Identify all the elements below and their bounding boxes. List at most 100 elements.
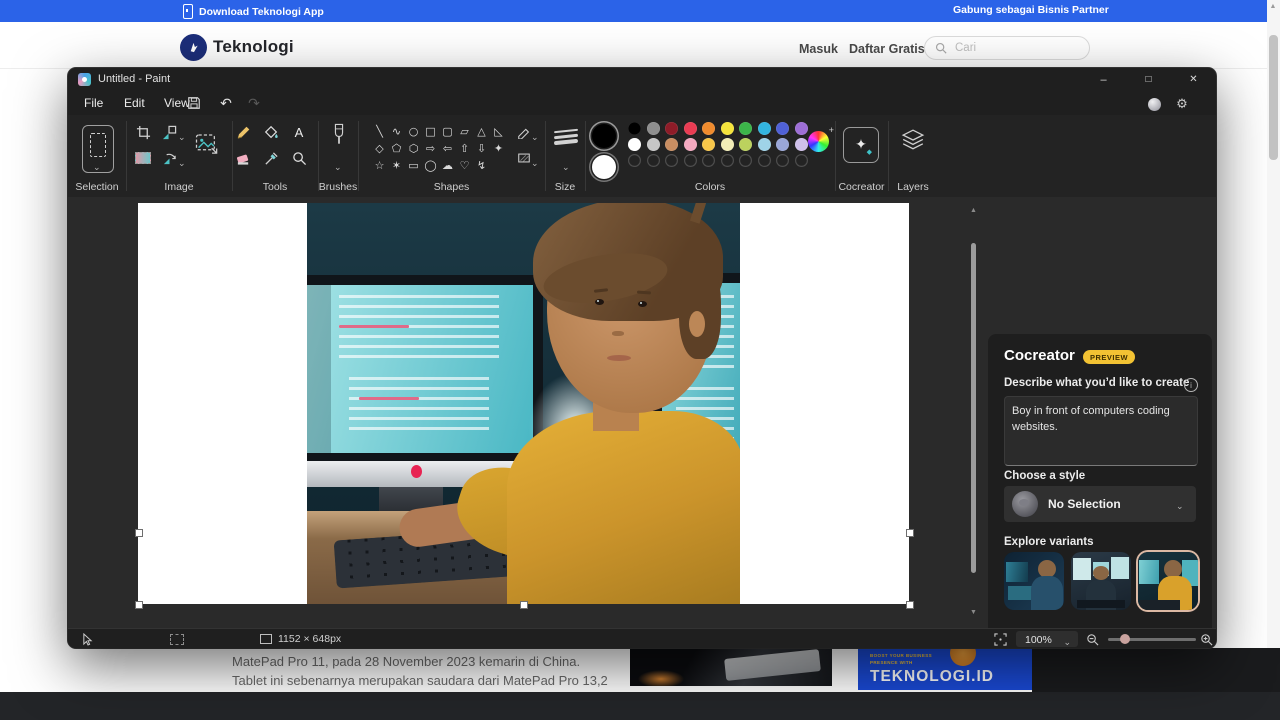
- variant-thumbnail-1[interactable]: [1004, 552, 1064, 610]
- canvas-handle-corner[interactable]: [906, 601, 914, 609]
- color-swatch[interactable]: [721, 138, 734, 151]
- canvas-handle-bottom-left[interactable]: [135, 601, 143, 609]
- download-app-link[interactable]: Download Teknologi App: [183, 4, 324, 19]
- partner-link[interactable]: Gabung sebagai Bisnis Partner: [953, 4, 1109, 16]
- color-swatch[interactable]: [684, 138, 697, 151]
- color-picker-tool[interactable]: [262, 149, 280, 167]
- custom-color-slot[interactable]: [702, 154, 715, 167]
- shape-option[interactable]: ♡: [456, 157, 473, 174]
- style-dropdown[interactable]: No Selection: [1004, 486, 1196, 522]
- color-swatch[interactable]: [739, 138, 752, 151]
- color-swatch[interactable]: [776, 138, 789, 151]
- maximize-button[interactable]: [1126, 68, 1171, 91]
- paint-titlebar[interactable]: Untitled - Paint: [68, 68, 1216, 91]
- info-icon[interactable]: [1184, 378, 1198, 392]
- scroll-down-icon[interactable]: [970, 609, 977, 616]
- color-swatch[interactable]: [665, 138, 678, 151]
- brushes-button[interactable]: [328, 121, 350, 151]
- shape-option[interactable]: ⇩: [473, 140, 490, 157]
- canvas[interactable]: [138, 203, 909, 604]
- menu-edit[interactable]: Edit: [116, 93, 153, 113]
- resize-button[interactable]: [160, 123, 178, 141]
- shape-option[interactable]: ☆: [371, 157, 388, 174]
- custom-color-slot[interactable]: [628, 154, 641, 167]
- crop-button[interactable]: [134, 123, 152, 141]
- color-swatch[interactable]: [684, 122, 697, 135]
- shape-option[interactable]: ◯: [422, 157, 439, 174]
- ad-banner[interactable]: BOOST YOUR BUSINESS PRESENCE WITH TEKNOL…: [858, 648, 1032, 690]
- color-swatch[interactable]: [795, 122, 808, 135]
- custom-color-slot[interactable]: [721, 154, 734, 167]
- color-swatch[interactable]: [795, 138, 808, 151]
- page-scrollbar[interactable]: [1267, 0, 1280, 648]
- shape-option[interactable]: ⬠: [388, 140, 405, 157]
- zoom-in-button[interactable]: [1200, 632, 1213, 646]
- menu-file[interactable]: File: [76, 93, 111, 113]
- save-button[interactable]: [184, 94, 204, 112]
- search-input[interactable]: [953, 41, 1067, 55]
- shape-option[interactable]: ⬡: [405, 140, 422, 157]
- color-swatch[interactable]: [758, 122, 771, 135]
- chevron-down-icon[interactable]: [562, 157, 570, 175]
- shape-option[interactable]: ◺: [490, 123, 507, 140]
- shape-option[interactable]: ⇧: [456, 140, 473, 157]
- shape-option[interactable]: ↯: [473, 157, 490, 174]
- shape-option[interactable]: ◇: [371, 140, 388, 157]
- canvas-scrollbar-thumb[interactable]: [971, 243, 976, 573]
- site-search[interactable]: [924, 36, 1090, 60]
- size-button[interactable]: [554, 127, 578, 147]
- shape-option[interactable]: ○: [405, 123, 422, 140]
- color-swatch[interactable]: [776, 122, 789, 135]
- shape-option[interactable]: ☁: [439, 157, 456, 174]
- settings-button[interactable]: [1172, 95, 1192, 113]
- shape-option[interactable]: ▭: [405, 157, 422, 174]
- undo-button[interactable]: [216, 94, 236, 112]
- page-scrollbar-thumb[interactable]: [1269, 35, 1278, 160]
- prompt-input[interactable]: Boy in front of computers coding website…: [1004, 396, 1198, 466]
- edit-colors-button[interactable]: [808, 131, 829, 152]
- shape-option[interactable]: △: [473, 123, 490, 140]
- chevron-down-icon[interactable]: [531, 153, 539, 171]
- fit-to-screen-button[interactable]: [994, 632, 1007, 646]
- chevron-down-icon[interactable]: [178, 153, 186, 171]
- secondary-color-swatch[interactable]: [592, 155, 616, 179]
- variant-thumbnail-2[interactable]: [1071, 552, 1131, 610]
- color-swatch[interactable]: [739, 122, 752, 135]
- shape-option[interactable]: ✦: [490, 140, 507, 157]
- insert-image-button[interactable]: [194, 131, 220, 157]
- color-swatch[interactable]: [758, 138, 771, 151]
- selection-tool-button[interactable]: [82, 125, 114, 173]
- redo-button[interactable]: [244, 94, 264, 112]
- canvas-handle-right[interactable]: [906, 529, 914, 537]
- custom-color-slot[interactable]: [684, 154, 697, 167]
- teknologi-logo[interactable]: [180, 34, 207, 61]
- canvas-handle-bottom[interactable]: [520, 601, 528, 609]
- shape-option[interactable]: ⇦: [439, 140, 456, 157]
- signup-link[interactable]: Daftar Gratis: [849, 42, 925, 56]
- chevron-down-icon[interactable]: [334, 157, 342, 175]
- copilot-button[interactable]: [1144, 95, 1164, 113]
- chevron-down-icon[interactable]: [178, 127, 186, 145]
- shape-option[interactable]: □: [422, 123, 439, 140]
- scroll-up-icon[interactable]: [970, 207, 977, 214]
- custom-color-slot[interactable]: [647, 154, 660, 167]
- magnifier-tool[interactable]: [290, 149, 308, 167]
- site-brand[interactable]: Teknologi: [213, 37, 294, 57]
- color-swatch[interactable]: [702, 122, 715, 135]
- close-button[interactable]: [1171, 68, 1216, 91]
- pencil-tool[interactable]: [234, 123, 252, 141]
- color-swatch[interactable]: [702, 138, 715, 151]
- scrollbar-up-icon[interactable]: [1270, 3, 1277, 10]
- canvas-scrollbar[interactable]: [970, 207, 977, 617]
- article-image-tablet[interactable]: [630, 648, 832, 686]
- color-swatch[interactable]: [628, 122, 641, 135]
- color-swatch[interactable]: [647, 122, 660, 135]
- custom-color-slot[interactable]: [795, 154, 808, 167]
- rotate-flip-button[interactable]: [160, 149, 178, 167]
- shape-option[interactable]: ▢: [439, 123, 456, 140]
- shape-option[interactable]: ✶: [388, 157, 405, 174]
- minimize-button[interactable]: [1081, 68, 1126, 91]
- eraser-tool[interactable]: [234, 149, 252, 167]
- login-link[interactable]: Masuk: [799, 42, 838, 56]
- shape-option[interactable]: ⇨: [422, 140, 439, 157]
